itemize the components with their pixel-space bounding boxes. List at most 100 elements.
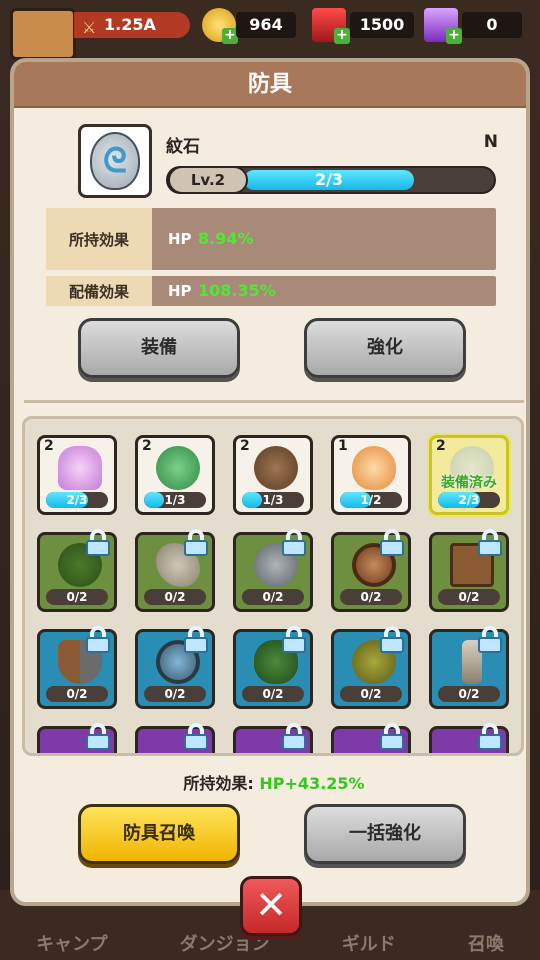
coconut-icon (254, 446, 298, 490)
lock-icon (378, 529, 406, 557)
armor-cell-locked[interactable]: 0/2 (429, 529, 509, 612)
equip-button[interactable]: 装備 (78, 318, 240, 378)
lock-icon (476, 723, 504, 751)
item-rank: N (483, 132, 498, 152)
armor-cell-locked[interactable]: 0/2 (233, 529, 313, 612)
level-badge: Lv.2 (168, 166, 248, 194)
lock-icon (476, 529, 504, 557)
owned-effect-label: 所持効果 (46, 208, 152, 270)
dialog-title: 防具 (14, 62, 526, 108)
turtle-shell-icon (156, 446, 200, 490)
lock-icon (378, 626, 406, 654)
diamond-amount: 0 (462, 12, 522, 38)
deploy-effect-stat: HP (168, 282, 192, 300)
armor-cell-coconut[interactable]: 2 1/3 (233, 435, 313, 515)
owned-effect-row: 所持効果 HP 8.94% (46, 208, 496, 270)
cell-count: 0/2 (46, 589, 108, 605)
armor-cell-locked[interactable]: 0/2 (331, 626, 411, 709)
owned-effect-value: 8.94% (198, 229, 254, 248)
cell-progress: 1/3 (242, 492, 304, 508)
cell-count: 0/2 (144, 686, 206, 702)
add-ruby-button[interactable]: + (334, 28, 350, 44)
add-diamond-button[interactable]: + (446, 28, 462, 44)
lock-icon (280, 626, 308, 654)
armor-cell-locked[interactable] (37, 723, 117, 753)
eggshell-icon (352, 446, 396, 490)
deploy-effect-value: 108.35% (198, 281, 276, 300)
level-progress-text: 2/3 (314, 170, 344, 189)
lock-icon (378, 723, 406, 751)
gold-amount: 964 (236, 12, 296, 38)
armor-cell-locked[interactable] (331, 723, 411, 753)
armor-cell-locked[interactable] (135, 723, 215, 753)
player-avatar[interactable] (10, 8, 76, 60)
total-effect-value: HP+43.25% (259, 774, 365, 793)
bulk-enhance-button[interactable]: 一括強化 (304, 804, 466, 864)
level-progress-bar: Lv.2 2/3 (166, 166, 496, 194)
lock-icon (84, 626, 112, 654)
lock-icon (476, 626, 504, 654)
cell-count: 0/2 (144, 589, 206, 605)
cell-count: 0/2 (438, 589, 500, 605)
nav-camp: キャンプ (36, 934, 108, 955)
armor-cell-locked[interactable]: 0/2 (135, 529, 215, 612)
lock-icon (280, 529, 308, 557)
lock-icon (280, 723, 308, 751)
owned-effect-stat: HP (168, 230, 192, 248)
lock-icon (182, 723, 210, 751)
armor-cell-locked[interactable]: 0/2 (37, 626, 117, 709)
armor-cell-locked[interactable]: 0/2 (135, 626, 215, 709)
armor-cell-locked[interactable] (233, 723, 313, 753)
enhance-button[interactable]: 強化 (304, 318, 466, 378)
cell-level: 1 (338, 438, 348, 454)
swirl-glyph: ᘓ (103, 141, 127, 181)
equipped-label: 装備済み (441, 475, 497, 491)
cell-count: 0/2 (242, 589, 304, 605)
armor-cell-locked[interactable]: 0/2 (331, 529, 411, 612)
top-currency-bar: ⚔ 1.25A + 964 + 1500 + 0 (0, 0, 540, 60)
sword-icon: ⚔ (82, 18, 97, 37)
shell-icon (58, 446, 102, 490)
lock-icon (84, 723, 112, 751)
cell-count: 0/2 (340, 589, 402, 605)
ruby-amount: 1500 (350, 12, 414, 38)
close-icon: ✕ (255, 883, 287, 927)
armor-cell-eggshell[interactable]: 1 1/2 (331, 435, 411, 515)
total-owned-effect: 所持効果: HP+43.25% (14, 770, 526, 794)
lock-icon (182, 626, 210, 654)
armor-summon-button[interactable]: 防具召喚 (78, 804, 240, 864)
combat-power-value: 1.25A (104, 15, 156, 34)
lock-icon (84, 529, 112, 557)
deploy-effect-label: 配備効果 (46, 276, 152, 306)
combat-power: ⚔ 1.25A (74, 12, 190, 38)
lock-icon (182, 529, 210, 557)
nav-summon: 召喚 (467, 934, 504, 955)
selected-item-frame: ᘓ (78, 124, 152, 198)
divider (24, 400, 524, 403)
cell-level: 2 (142, 438, 152, 454)
cell-count: 0/2 (46, 686, 108, 702)
armor-cell-locked[interactable]: 0/2 (37, 529, 117, 612)
deploy-effect-row: 配備効果 HP 108.35% (46, 276, 496, 306)
armor-cell-locked[interactable]: 0/2 (233, 626, 313, 709)
armor-cell-locked[interactable] (429, 723, 509, 753)
armor-dialog: 防具 ᘓ 紋石 N Lv.2 2/3 所持効果 HP 8.94% 配備効果 HP… (10, 58, 530, 906)
cell-progress: 2/3 (46, 492, 108, 508)
armor-cell-turtle-shell[interactable]: 2 1/3 (135, 435, 215, 515)
cell-count: 0/2 (340, 686, 402, 702)
cell-level: 2 (44, 438, 54, 454)
armor-cell-locked[interactable]: 0/2 (429, 626, 509, 709)
cell-level: 2 (436, 438, 446, 454)
cell-progress: 2/3 (438, 492, 500, 508)
cell-progress: 1/2 (340, 492, 402, 508)
armor-cell-swirl-stone[interactable]: 2 装備済み 2/3 (429, 435, 509, 515)
swirl-stone-icon: ᘓ (90, 132, 140, 190)
cell-level: 2 (240, 438, 250, 454)
armor-cell-shell[interactable]: 2 2/3 (37, 435, 117, 515)
close-button[interactable]: ✕ (240, 876, 302, 936)
cell-progress: 1/3 (144, 492, 206, 508)
item-name: 紋石 (166, 137, 200, 157)
cell-count: 0/2 (438, 686, 500, 702)
cell-count: 0/2 (242, 686, 304, 702)
total-effect-label: 所持効果: (183, 774, 254, 793)
